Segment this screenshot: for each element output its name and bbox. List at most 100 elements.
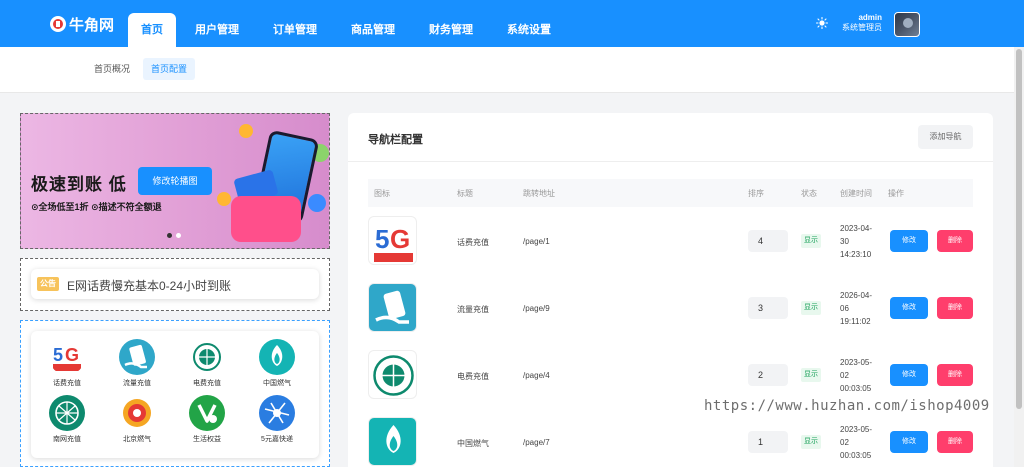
edit-button[interactable]: 修改 [890,431,928,453]
carousel-dots [167,233,181,238]
subtab-overview[interactable]: 首页概况 [86,58,138,80]
5g-icon: 5G [49,339,85,375]
col-created: 创建时间 [840,189,872,198]
edit-carousel-button[interactable]: 修改轮播图 [138,167,212,195]
south-grid-icon [49,395,85,431]
col-title: 标题 [457,189,473,198]
card-title: 导航栏配置 [368,134,423,146]
row-title: 中国燃气 [457,439,489,448]
app-badge-icon [308,194,326,212]
notice-section[interactable]: 公告 E网话费慢充基本0-24小时到账 [20,258,330,311]
nav-tab-users[interactable]: 用户管理 [180,13,254,47]
carousel-dot[interactable] [176,233,181,238]
data-icon [119,339,155,375]
col-url: 跳转地址 [523,189,555,198]
sort-input[interactable]: 4 [748,230,788,252]
user-role: 系统管理员 [842,23,882,32]
nav-grid-section[interactable]: 5G 话费充值 流量充值 电费充值 中国燃气 南网充值 北京燃气 生活权益 5元… [20,320,330,467]
grid-item[interactable]: 中国燃气 [247,339,307,388]
status-badge: 显示 [801,368,821,382]
notice-text: E网话费慢充基本0-24小时到账 [67,279,232,293]
5g-icon: 5G [368,216,417,265]
delete-button[interactable]: 删除 [937,230,973,252]
grid-item[interactable]: 电费充值 [177,339,237,388]
row-title: 话费充值 [457,238,489,247]
delete-button[interactable]: 删除 [937,297,973,319]
subtab-config[interactable]: 首页配置 [143,58,196,80]
user-name: admin [858,13,882,22]
divider [348,161,993,162]
sort-input[interactable]: 1 [748,431,788,453]
nav-tab-orders[interactable]: 订单管理 [258,13,332,47]
status-badge: 显示 [801,234,821,248]
grid-label: 北京燃气 [123,436,151,443]
col-status: 状态 [801,189,817,198]
scrollbar-thumb[interactable] [1016,49,1022,409]
edit-button[interactable]: 修改 [890,364,928,386]
grid-item[interactable]: 流量充值 [107,339,167,388]
nav-tab-home[interactable]: 首页 [128,13,176,47]
delete-button[interactable]: 删除 [937,431,973,453]
svg-text:G: G [65,345,79,365]
data-icon [368,283,417,332]
svg-text:5: 5 [375,224,389,254]
carousel-dot[interactable] [167,233,172,238]
sort-input[interactable]: 2 [748,364,788,386]
table-header: 图标 标题 跳转地址 排序 状态 创建时间 操作 [368,179,973,207]
col-icon: 图标 [374,189,390,198]
nav-tab-products[interactable]: 商品管理 [336,13,410,47]
table-row: 流量充值 /page/9 3 显示 2026-04-06 19:11:02 修改… [368,280,973,347]
sub-nav: 首页概况 首页配置 [0,47,1014,93]
grid-label: 电费充值 [193,380,221,387]
benefit-icon [189,395,225,431]
grid-item[interactable]: 生活权益 [177,395,237,444]
gift-illustration [231,196,301,242]
col-sort: 排序 [748,189,764,198]
grid-item[interactable]: 5元嘉快递 [247,395,307,444]
row-created: 2023-05-02 00:03:05 [840,425,873,460]
notice-tag: 公告 [37,277,59,291]
grid-item[interactable]: 南网充值 [37,395,97,444]
row-url: /page/7 [523,438,550,447]
status-badge: 显示 [801,435,821,449]
edit-button[interactable]: 修改 [890,297,928,319]
banner-headline: 极速到账 低 [31,175,127,194]
grid-label: 中国燃气 [263,380,291,387]
logo-text: 牛角网 [69,16,115,34]
grid-label: 流量充值 [123,380,151,387]
user-info[interactable]: admin 系统管理员 [842,13,882,33]
status-badge: 显示 [801,301,821,315]
gas-flame-icon [259,339,295,375]
table-row: 中国燃气 /page/7 1 显示 2023-05-02 00:03:05 修改… [368,414,973,467]
row-url: /page/4 [523,371,550,380]
grid-item[interactable]: 北京燃气 [107,395,167,444]
grid-label: 话费充值 [53,380,81,387]
row-url: /page/9 [523,304,550,313]
edit-button[interactable]: 修改 [890,230,928,252]
page-scrollbar[interactable] [1014,47,1024,467]
row-created: 2023-05-02 00:03:05 [840,358,873,393]
coin-icon [217,192,231,206]
logo[interactable]: 牛角网 [50,14,114,34]
delivery-icon [259,395,295,431]
power-grid-icon [189,339,225,375]
row-title: 流量充值 [457,305,489,314]
gas-flame-icon [368,417,417,466]
avatar[interactable] [894,12,920,37]
row-created: 2026-04-06 19:11:02 [840,291,873,326]
nav-tab-settings[interactable]: 系统设置 [492,13,566,47]
sort-input[interactable]: 3 [748,297,788,319]
sun-icon[interactable] [816,17,828,29]
main-nav: 首页 用户管理 订单管理 商品管理 财务管理 系统设置 [128,13,570,47]
coin-icon [239,124,253,138]
grid-item[interactable]: 5G 话费充值 [37,339,97,388]
top-navbar: 牛角网 首页 用户管理 订单管理 商品管理 财务管理 系统设置 admin 系统… [0,0,1024,47]
svg-text:5: 5 [53,345,63,365]
nav-tab-finance[interactable]: 财务管理 [414,13,488,47]
grid-label: 南网充值 [53,436,81,443]
power-grid-icon [368,350,417,399]
delete-button[interactable]: 删除 [937,364,973,386]
banner-subtext: ⊙全场低至1折 ⊙描述不符全额退 [31,202,162,212]
table-row: 5G 话费充值 /page/1 4 显示 2023-04-30 14:23:10… [368,213,973,280]
add-nav-button[interactable]: 添加导航 [918,125,973,149]
